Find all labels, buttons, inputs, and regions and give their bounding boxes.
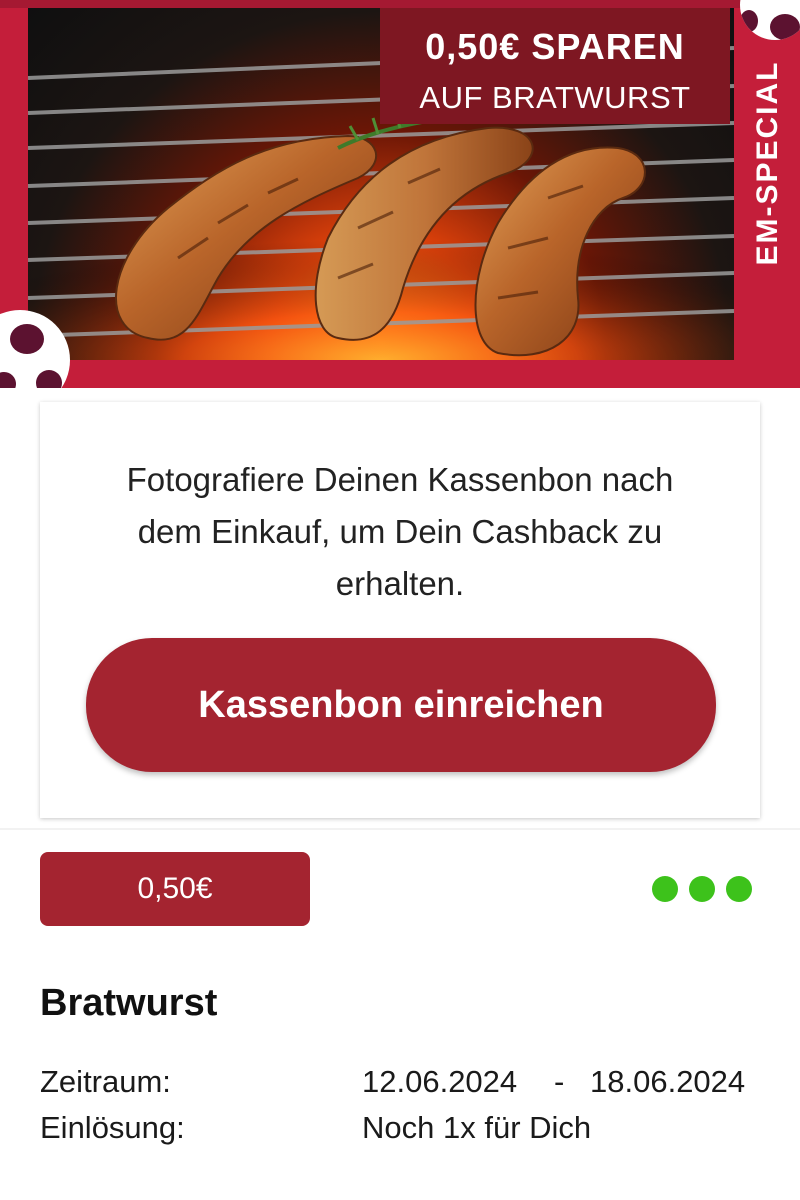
receipt-instruction-text: Fotografiere Deinen Kassenbon nach dem E… [126, 461, 674, 602]
receipt-instruction-card: Fotografiere Deinen Kassenbon nach dem E… [40, 402, 760, 818]
period-start-date: 12.06.2024 [362, 1064, 518, 1099]
redemption-value: Noch 1x für Dich [362, 1110, 592, 1145]
period-separator: - [554, 1064, 565, 1099]
offer-detail-page: 0,50€ SPAREN AUF BRATWURST EM-SPECIAL Fo… [0, 0, 800, 1200]
product-title: Bratwurst [40, 982, 218, 1024]
promo-headline: 0,50€ SPAREN [425, 26, 685, 67]
promo-banner: 0,50€ SPAREN AUF BRATWURST EM-SPECIAL [0, 0, 800, 388]
em-special-label: EM-SPECIAL [751, 60, 784, 266]
redemption-label: Einlösung: [40, 1110, 185, 1145]
period-end-date: 18.06.2024 [590, 1064, 746, 1099]
more-dots-icon [652, 876, 678, 902]
cashback-price-badge: 0,50€ [40, 852, 310, 926]
promo-subline: AUF BRATWURST [419, 80, 691, 115]
more-dots-icon [689, 876, 715, 902]
more-dots-icon [726, 876, 752, 902]
more-options-button[interactable] [652, 874, 762, 904]
section-divider [0, 828, 800, 830]
promo-offer-box: 0,50€ SPAREN AUF BRATWURST [380, 8, 730, 124]
period-label: Zeitraum: [40, 1064, 171, 1099]
banner-top-line [0, 0, 800, 8]
submit-receipt-button[interactable]: Kassenbon einreichen [86, 638, 716, 772]
